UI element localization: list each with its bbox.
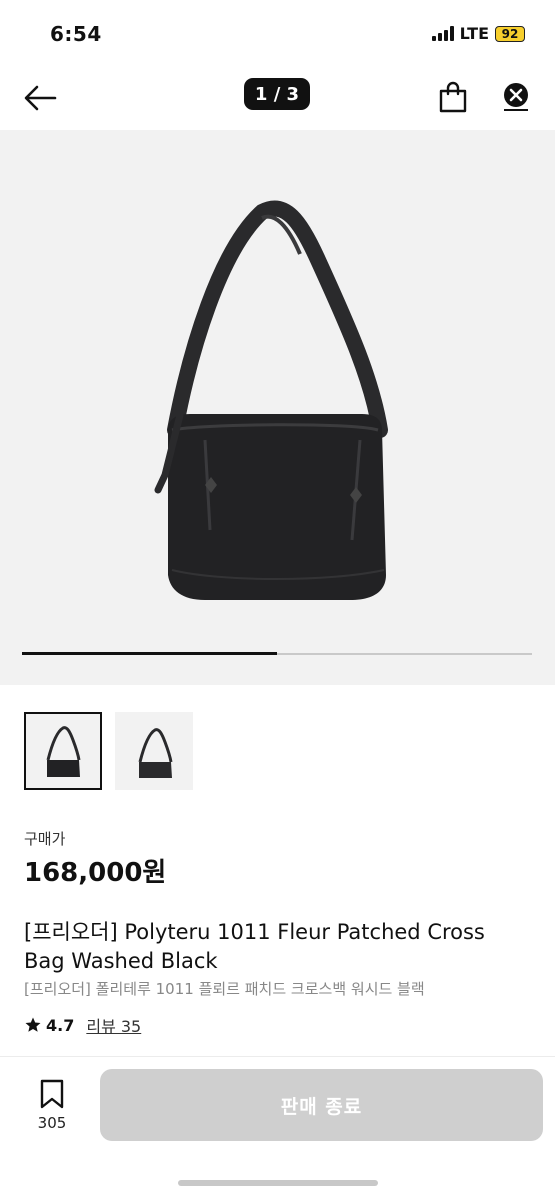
image-counter: 1 / 3 xyxy=(244,78,310,110)
shopping-bag-button[interactable] xyxy=(434,78,472,116)
star-icon xyxy=(25,1017,41,1032)
rating-score: 4.7 xyxy=(46,1015,75,1035)
product-subtitle: [프리오더] 폴리테루 1011 플뢰르 패치드 크로스백 워시드 블랙 xyxy=(24,980,425,998)
status-time: 6:54 xyxy=(50,22,102,46)
bag-thumbnail-image xyxy=(138,728,173,778)
rating: 4.7 리뷰 35 xyxy=(24,1013,141,1037)
gallery-progress-fill xyxy=(22,652,277,655)
product-image[interactable] xyxy=(0,130,555,685)
status-icons: LTE 92 xyxy=(431,24,525,43)
close-icon xyxy=(504,83,528,111)
signal-icon xyxy=(431,26,454,41)
home-indicator xyxy=(178,1180,378,1186)
bag-illustration xyxy=(154,200,388,600)
price-label: 구매가 xyxy=(24,830,66,848)
battery-icon: 92 xyxy=(495,25,525,42)
close-button[interactable] xyxy=(497,78,535,116)
arrow-left-icon xyxy=(24,85,57,111)
thumbnail-1[interactable] xyxy=(24,712,102,790)
network-label: LTE xyxy=(459,24,489,43)
bookmark-icon xyxy=(40,1079,64,1109)
wishlist-button[interactable]: 305 xyxy=(28,1078,76,1132)
sold-out-button[interactable]: 판매 종료 xyxy=(100,1069,543,1141)
thumbnail-2[interactable] xyxy=(115,712,193,790)
wishlist-count: 305 xyxy=(37,1114,67,1132)
bag-thumbnail-image xyxy=(46,726,81,777)
back-button[interactable] xyxy=(20,78,60,118)
reviews-link[interactable]: 리뷰 35 xyxy=(86,1013,141,1037)
price: 168,000원 xyxy=(24,858,167,888)
product-title: [프리오더] Polyteru 1011 Fleur Patched Cross… xyxy=(24,920,485,973)
shopping-bag-icon xyxy=(439,81,467,113)
